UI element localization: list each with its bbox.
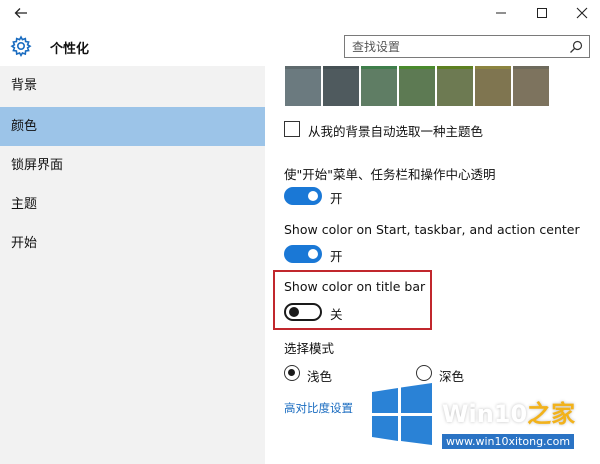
start-color-state: 开: [330, 249, 343, 264]
dark-mode-radio[interactable]: [416, 365, 432, 381]
color-swatch[interactable]: [323, 66, 359, 106]
color-swatch[interactable]: [361, 66, 397, 106]
radio-selected-dot: [288, 369, 295, 376]
start-color-label: Show color on Start, taskbar, and action…: [284, 222, 580, 237]
search-icon[interactable]: [569, 40, 583, 54]
toggle-knob: [289, 307, 299, 317]
color-swatch[interactable]: [399, 66, 435, 106]
title-bar-color-label: Show color on title bar: [284, 279, 426, 294]
color-swatch[interactable]: [285, 66, 321, 106]
sidebar: 背景 颜色 锁屏界面 主题 开始: [0, 66, 265, 464]
search-input[interactable]: [345, 36, 555, 58]
watermark-brand-accent: 之家: [527, 400, 576, 428]
maximize-icon[interactable]: [531, 3, 553, 23]
sidebar-item-themes[interactable]: 主题: [0, 185, 265, 224]
toggle-knob: [308, 191, 318, 201]
watermark-url: www.win10xitong.com: [442, 434, 575, 449]
transparency-state: 开: [330, 191, 343, 206]
high-contrast-link[interactable]: 高对比度设置: [284, 400, 353, 416]
search-box[interactable]: [344, 35, 590, 58]
arrow-left-icon[interactable]: [12, 4, 30, 22]
close-icon[interactable]: [571, 3, 593, 23]
start-color-toggle[interactable]: [284, 245, 322, 263]
transparency-toggle[interactable]: [284, 187, 322, 205]
title-bar-color-state: 关: [330, 307, 343, 322]
gear-icon: [10, 35, 32, 57]
watermark-brand: Win10之家: [442, 394, 575, 429]
watermark: Win10之家 www.win10xitong.com: [370, 382, 594, 458]
light-mode-label: 浅色: [307, 369, 333, 384]
sidebar-item-lock-screen[interactable]: 锁屏界面: [0, 146, 265, 185]
sidebar-item-colors[interactable]: 颜色: [0, 107, 265, 146]
auto-pick-label: 从我的背景自动选取一种主题色: [308, 124, 484, 139]
toggle-knob: [308, 249, 318, 259]
title-bar-color-toggle[interactable]: [284, 303, 322, 321]
windows-logo-icon: [372, 383, 432, 445]
sidebar-item-start[interactable]: 开始: [0, 224, 265, 263]
auto-pick-checkbox[interactable]: [284, 121, 300, 137]
transparency-label: 使"开始"菜单、任务栏和操作中心透明: [284, 167, 496, 182]
page-title: 个性化: [50, 42, 90, 57]
window-titlebar: [0, 0, 600, 28]
mode-label: 选择模式: [284, 341, 335, 356]
color-swatch[interactable]: [437, 66, 473, 106]
color-swatch[interactable]: [475, 66, 511, 106]
color-swatch[interactable]: [513, 66, 549, 106]
light-mode-radio[interactable]: [284, 365, 300, 381]
watermark-brand-main: Win10: [442, 400, 528, 428]
sidebar-item-background[interactable]: 背景: [0, 66, 265, 105]
minimize-icon[interactable]: [490, 3, 512, 23]
